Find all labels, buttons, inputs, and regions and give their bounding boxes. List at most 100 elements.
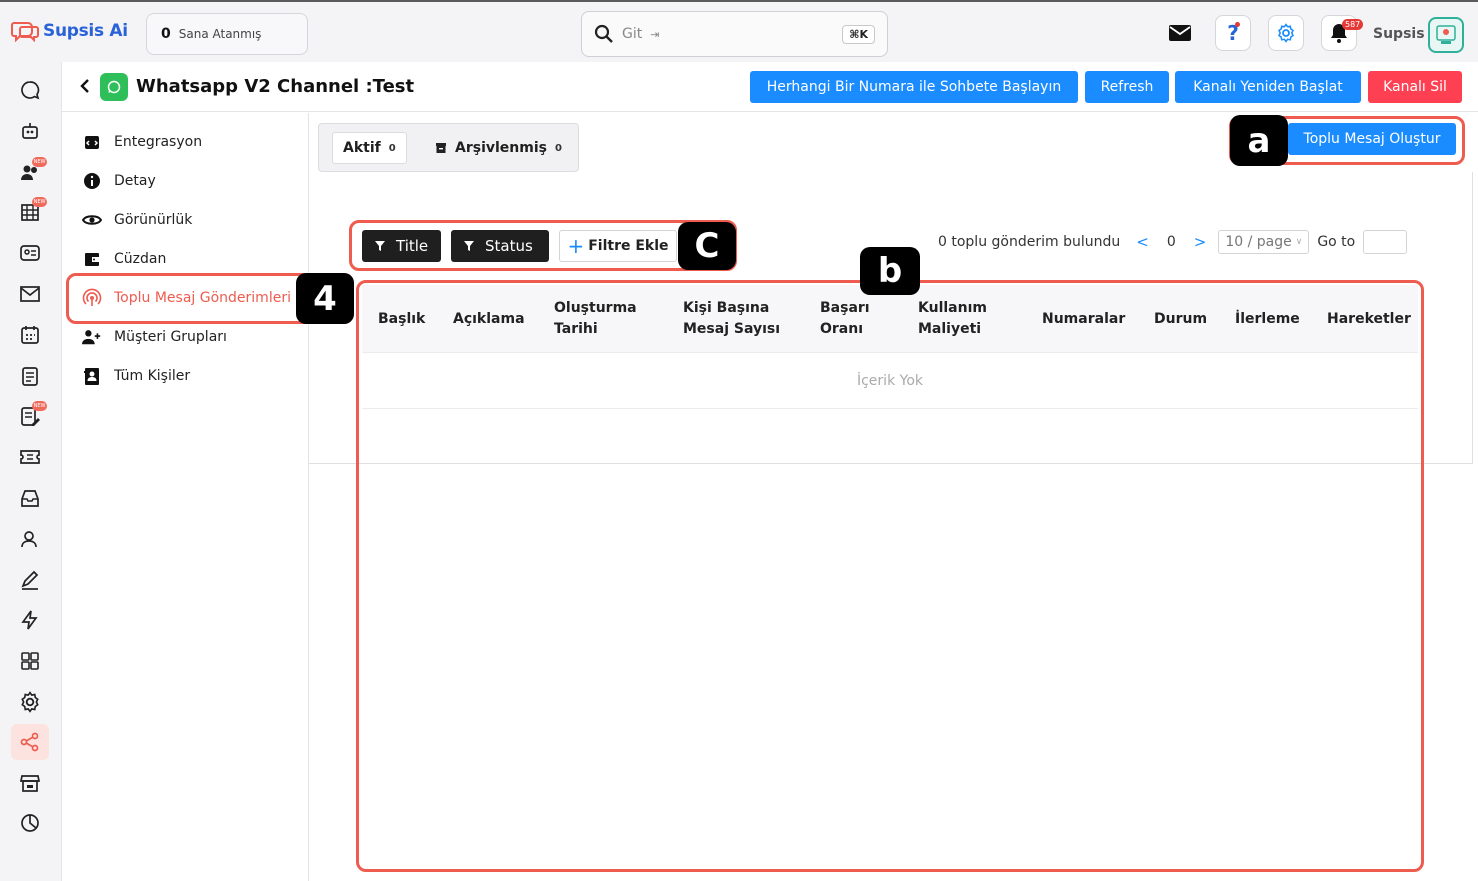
column-header: Kişi Başına Mesaj Sayısı [683,300,781,337]
pen-icon [21,570,39,590]
result-summary: 0 toplu gönderim bulundu [938,234,1121,250]
restart-channel-button[interactable]: Kanalı Yeniden Başlat [1175,71,1361,103]
subnav-item-all-contacts[interactable]: Tüm Kişiler [82,364,190,388]
new-badge: NEW [32,401,47,411]
rail-ticket[interactable] [11,439,49,475]
brand-name: Supsis Ai [43,21,128,41]
rail-contact-card[interactable] [11,235,49,271]
next-page-icon[interactable]: > [1194,233,1207,251]
page-size-value: 10 / page [1225,234,1292,250]
assigned-count: 0 [161,26,171,42]
subnav-label: Detay [114,173,156,189]
subnav-item-customer-groups[interactable]: Müşteri Grupları [82,325,227,349]
goto-input[interactable] [1363,230,1408,254]
user-icon [21,531,37,548]
rail-user[interactable] [11,521,49,557]
marker-4: 4 [296,273,354,324]
tab-archived[interactable]: Arşivlenmiş 0 [435,132,562,164]
tab-label: Aktif [343,140,381,156]
column-header: İlerleme [1235,310,1300,327]
tab-count: 0 [554,142,562,154]
column-header: Kullanım Maliyeti [918,300,987,337]
users-add-icon [82,327,102,347]
empty-state: İçerik Yok [362,353,1418,409]
back-arrow-icon[interactable] [79,78,91,94]
subnav-label: Toplu Mesaj Gönderimleri [114,290,291,306]
mail-button[interactable] [1162,15,1198,51]
subnav-label: Entegrasyon [114,134,203,150]
rail-chat[interactable] [11,72,49,108]
store-icon [19,775,41,792]
search-placeholder: Git [622,26,643,42]
title-filter-button[interactable]: Title [362,230,441,262]
rail-chart[interactable] [11,805,49,841]
plus-icon: + [567,234,585,258]
tab-label: Arşivlenmiş [455,140,547,156]
rail-document-list[interactable] [11,358,49,394]
wallet-icon [82,249,102,269]
notifications-button[interactable]: 587 [1321,15,1364,51]
rail-flash[interactable] [11,602,49,638]
prev-page-icon[interactable]: < [1136,233,1149,251]
mail-icon [1169,25,1191,41]
marker-b: b [860,247,920,295]
tab-active[interactable]: Aktif 0 [332,132,407,164]
filter-icon [464,241,474,251]
subnav-item-visibility[interactable]: Görünürlük [82,208,192,232]
subnav-item-integration[interactable]: Entegrasyon [82,130,202,154]
column-header: Başarı Oranı [820,300,870,337]
chart-icon [21,814,39,832]
rail-edit-list[interactable]: NEW [11,398,49,434]
rail-calendar-grid[interactable]: NEW [11,194,49,230]
rail-inbox[interactable] [11,480,49,516]
search-input[interactable]: Git ⇥ ⌘K [581,11,888,57]
rail-calendar[interactable] [11,317,49,353]
marker-c: C [678,222,736,270]
brand-logo[interactable]: Supsis Ai [10,20,128,42]
subnav-item-detail[interactable]: Detay [82,169,156,193]
chevron-down-icon: ∨ [1295,237,1303,247]
subnav-item-bulk-messages[interactable]: Toplu Mesaj Gönderimleri [82,286,291,310]
subnav-label: Müşteri Grupları [114,329,227,345]
share-icon [20,732,39,752]
delete-channel-button[interactable]: Kanalı Sil [1368,71,1462,103]
archive-icon [436,143,446,153]
flash-icon [21,610,38,630]
rail-team[interactable]: NEW [11,154,49,190]
column-header: Durum [1154,310,1208,327]
rail-store[interactable] [11,765,49,801]
rail-bot[interactable] [11,113,49,149]
settings-icon [21,691,39,713]
subnav-item-wallet[interactable]: Cüzdan [82,247,166,271]
marker-a: a [1230,115,1288,166]
start-chat-button[interactable]: Herhangi Bir Numara ile Sohbete Başlayın [750,71,1078,103]
rail-apps[interactable] [11,643,49,679]
goto-label: Go to [1317,234,1356,250]
tab-count: 0 [388,142,396,154]
mail-icon [20,286,40,302]
avatar[interactable] [1428,17,1464,53]
notification-count: 587 [1342,19,1364,30]
top-bar: Supsis Ai 0 Sana Atanmış Git ⇥ ⌘K ? 587 … [0,0,1478,62]
assigned-to-me[interactable]: 0 Sana Atanmış [146,13,308,55]
column-header: Başlık [378,310,426,327]
status-filter-button[interactable]: Status [451,230,549,262]
left-rail: NEW NEW NEW [0,62,62,881]
help-button[interactable]: ? [1215,15,1251,51]
integration-icon [82,132,102,152]
username: Supsis [1373,26,1425,42]
rail-share[interactable] [11,724,49,760]
page-size-select[interactable]: 10 / page ∨ [1218,230,1310,254]
create-bulk-message-button[interactable]: Toplu Mesaj Oluştur [1288,123,1456,155]
column-header: Oluşturma Tarihi [554,300,637,337]
calendar-icon [21,326,39,344]
chat-icon [21,81,40,100]
rail-mail[interactable] [11,276,49,312]
apps-icon [21,652,39,670]
add-filter-button[interactable]: + Filtre Ekle [559,230,677,262]
rail-settings[interactable] [11,684,49,720]
refresh-button[interactable]: Refresh [1085,71,1169,103]
current-page[interactable]: 0 [1167,234,1176,250]
settings-button[interactable] [1268,15,1304,51]
rail-pen[interactable] [11,562,49,598]
